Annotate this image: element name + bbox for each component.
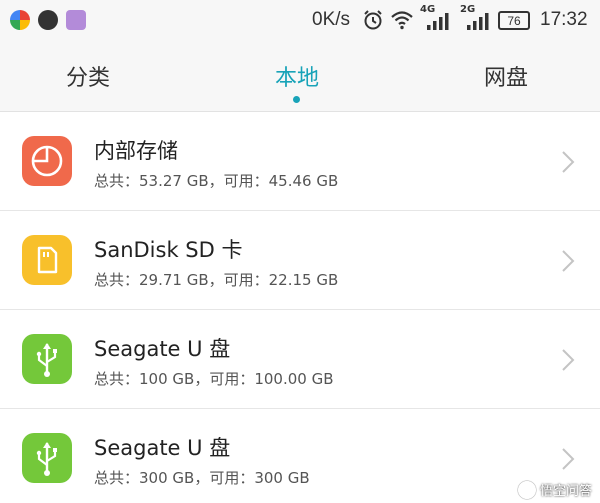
dark-app-icon: [38, 10, 58, 30]
signal-icon: [427, 13, 449, 30]
watermark-text: 悟空问答: [539, 484, 592, 499]
list-item-usb-drive[interactable]: Seagate U 盘 总共：100 GB，可用：100.00 GB: [0, 310, 600, 409]
chevron-right-icon: [562, 250, 575, 272]
storage-title: SanDisk SD 卡: [94, 238, 243, 262]
tab-local-label: 本地: [274, 66, 319, 91]
storage-title: 内部存储: [94, 139, 178, 163]
list-item-usb-drive[interactable]: Seagate U 盘 总共：300 GB，可用：300 GB: [0, 409, 600, 503]
colorful-app-icon: [10, 10, 30, 30]
image-app-icon: [66, 10, 86, 30]
tab-category-label: 分类: [65, 66, 110, 91]
chevron-right-icon: [562, 349, 575, 371]
signal-icon: [467, 13, 489, 30]
usb-icon: [22, 334, 72, 384]
battery-icon: 76: [498, 11, 530, 30]
status-bar: 0K/s 4G 2G 76 17:32: [0, 0, 600, 40]
list-item-sd-card[interactable]: SanDisk SD 卡 总共：29.71 GB，可用：22.15 GB: [0, 211, 600, 310]
list-item-internal-storage[interactable]: 内部存储 总共：53.27 GB，可用：45.46 GB: [0, 112, 600, 211]
watermark: 悟空问答: [517, 480, 592, 499]
tab-category[interactable]: 分类: [18, 40, 158, 112]
storage-list: 内部存储 总共：53.27 GB，可用：45.46 GB SanDisk SD …: [0, 112, 600, 503]
sd-card-icon: [22, 235, 72, 285]
tab-bar: 分类 本地 网盘: [0, 40, 600, 112]
battery-level: 76: [507, 13, 521, 28]
net-speed: 0K/s: [312, 9, 351, 30]
storage-title: Seagate U 盘: [94, 337, 231, 361]
watermark-logo-icon: [517, 480, 536, 499]
pie-chart-icon: [22, 136, 72, 186]
storage-title: Seagate U 盘: [94, 436, 231, 460]
storage-capacity: 总共：100 GB，可用：100.00 GB: [94, 370, 334, 388]
wifi-icon: [391, 11, 413, 30]
status-time: 17:32: [540, 9, 588, 30]
tab-cloud-label: 网盘: [483, 66, 528, 91]
storage-capacity: 总共：53.27 GB，可用：45.46 GB: [94, 172, 339, 190]
chevron-right-icon: [562, 448, 575, 470]
storage-capacity: 总共：29.71 GB，可用：22.15 GB: [94, 271, 339, 289]
tab-cloud[interactable]: 网盘: [436, 40, 576, 112]
storage-capacity: 总共：300 GB，可用：300 GB: [94, 469, 310, 487]
active-tab-indicator: [293, 96, 300, 103]
chevron-right-icon: [562, 151, 575, 173]
alarm-icon: [364, 10, 382, 30]
usb-icon: [22, 433, 72, 483]
